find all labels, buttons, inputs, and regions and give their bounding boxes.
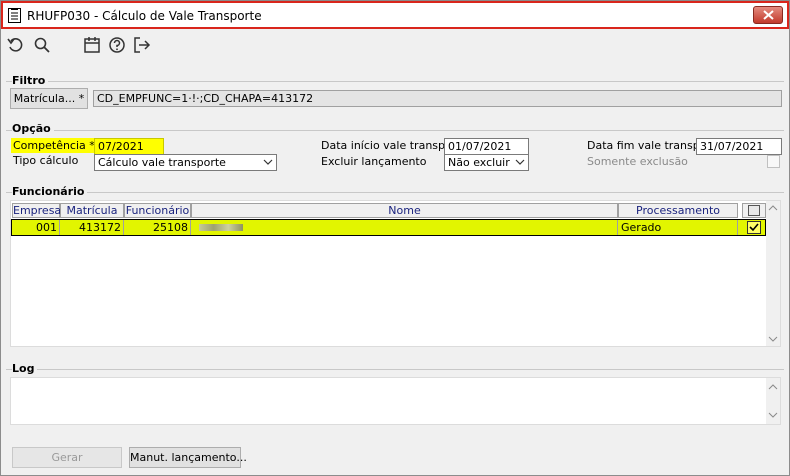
- matricula-button[interactable]: Matrícula... *: [10, 88, 88, 109]
- opcao-group-title: Opção: [12, 122, 54, 135]
- funcionario-group-title: Funcionário: [12, 185, 88, 198]
- funcionario-table: Empresa Matrícula Funcionário Nome Proce…: [10, 200, 781, 347]
- scroll-up-icon[interactable]: [766, 382, 780, 392]
- filtro-group-title: Filtro: [12, 74, 49, 87]
- document-icon: [8, 8, 21, 23]
- search-icon[interactable]: [33, 36, 51, 54]
- cell-empresa: 001: [12, 220, 60, 235]
- excluir-lancamento-value: Não excluir: [448, 156, 510, 169]
- gerar-button[interactable]: Gerar: [12, 447, 122, 468]
- scroll-down-icon[interactable]: [766, 410, 780, 420]
- chevron-down-icon: [263, 159, 273, 165]
- tipo-calculo-select[interactable]: Cálculo vale transporte: [94, 154, 277, 171]
- table-scrollbar[interactable]: [766, 201, 780, 346]
- cell-nome: [191, 220, 618, 235]
- filtro-divider: [6, 81, 784, 82]
- column-header-select[interactable]: [742, 203, 766, 218]
- log-divider: [6, 369, 784, 370]
- excluir-lancamento-select[interactable]: Não excluir: [444, 154, 529, 171]
- window-title: RHUFP030 - Cálculo de Vale Transporte: [27, 9, 262, 23]
- column-header-nome[interactable]: Nome: [191, 203, 618, 218]
- excluir-lancamento-label: Excluir lançamento: [321, 155, 427, 168]
- filter-value-field: CD_EMPFUNC=1·!·;CD_CHAPA=413172: [93, 90, 782, 107]
- column-header-matricula[interactable]: Matrícula: [60, 203, 124, 218]
- competencia-label: Competência *: [11, 138, 97, 153]
- funcionario-divider: [6, 192, 784, 193]
- data-fim-field[interactable]: 31/07/2021: [696, 138, 782, 155]
- help-icon[interactable]: [108, 36, 126, 54]
- competencia-field[interactable]: 07/2021: [94, 138, 164, 155]
- data-fim-label: Data fim vale transp.: [587, 139, 704, 152]
- redacted-name-blur: [199, 224, 243, 231]
- chevron-down-icon: [515, 159, 525, 165]
- manut-lancamento-button[interactable]: Manut. lançamento...: [129, 447, 247, 468]
- somente-exclusao-checkbox[interactable]: [767, 155, 780, 168]
- data-inicio-field[interactable]: 01/07/2021: [444, 138, 529, 155]
- tipo-calculo-label: Tipo cálculo: [13, 154, 79, 167]
- cell-funcionario: 25108: [124, 220, 191, 235]
- application-window: RHUFP030 - Cálculo de Vale Transporte Fi…: [0, 0, 790, 476]
- column-header-funcionario[interactable]: Funcionário: [124, 203, 191, 218]
- data-inicio-label: Data início vale transp.: [321, 139, 449, 152]
- checkbox-header-icon: [748, 205, 760, 216]
- calendar-icon[interactable]: [83, 36, 101, 54]
- column-header-processamento[interactable]: Processamento: [618, 203, 738, 218]
- scroll-down-icon[interactable]: [766, 334, 780, 344]
- opcao-divider: [6, 130, 784, 131]
- log-scrollbar[interactable]: [766, 378, 780, 424]
- log-textarea[interactable]: [10, 377, 781, 425]
- title-bar: RHUFP030 - Cálculo de Vale Transporte: [1, 1, 789, 29]
- tipo-calculo-value: Cálculo vale transporte: [98, 156, 226, 169]
- checkbox-checked-icon[interactable]: [747, 221, 761, 234]
- undo-icon[interactable]: [7, 36, 25, 54]
- cell-processamento: Gerado: [618, 220, 738, 235]
- close-button[interactable]: [753, 6, 783, 24]
- cell-select[interactable]: [742, 220, 766, 235]
- cell-matricula: 413172: [60, 220, 124, 235]
- scroll-up-icon[interactable]: [766, 203, 780, 213]
- log-group-title: Log: [12, 362, 38, 375]
- exit-icon[interactable]: [133, 36, 151, 54]
- close-icon: [763, 10, 774, 20]
- column-header-empresa[interactable]: Empresa: [12, 203, 61, 218]
- somente-exclusao-label: Somente exclusão: [587, 155, 688, 168]
